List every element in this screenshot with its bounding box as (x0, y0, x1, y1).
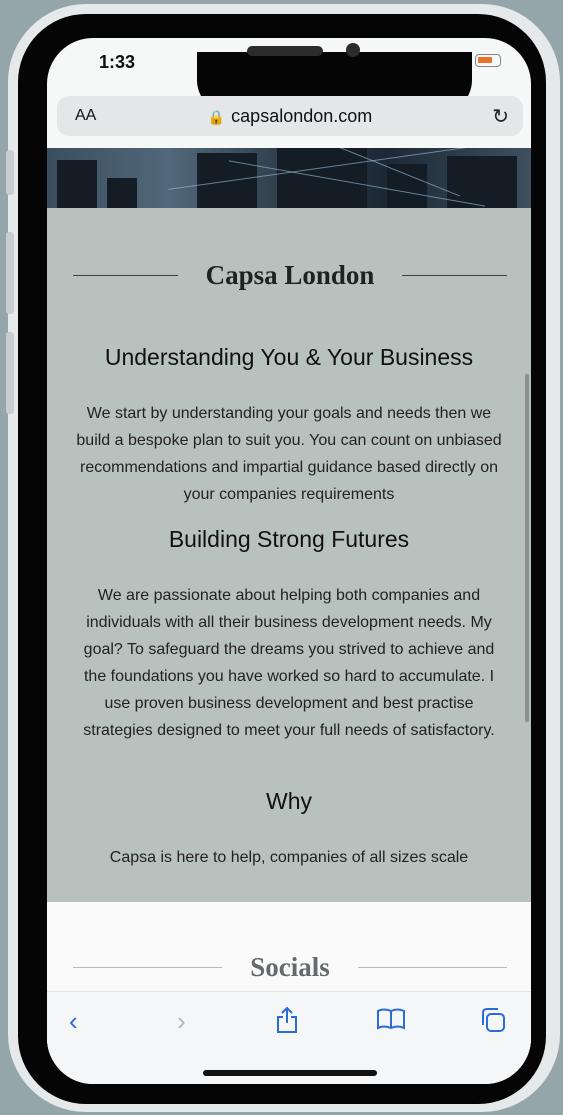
share-icon[interactable] (275, 1006, 299, 1041)
status-time: 1:33 (99, 52, 136, 72)
divider (357, 967, 508, 968)
url-display[interactable]: 🔒 capsalondon.com (57, 106, 523, 127)
socials-title: Socials (250, 952, 330, 982)
camera (346, 43, 360, 57)
divider (73, 275, 178, 276)
divider (402, 275, 507, 276)
speaker (247, 46, 323, 56)
phone-screen: 1:33 AA 🔒 capsalondon.com ↻ Capsa London … (47, 38, 531, 1084)
battery-icon (475, 54, 501, 67)
back-icon[interactable]: ‹ (69, 1006, 78, 1037)
scroll-indicator[interactable] (525, 374, 529, 722)
hero-image (47, 148, 531, 208)
bookmarks-icon[interactable] (375, 1006, 407, 1039)
side-button (6, 150, 14, 195)
home-indicator[interactable] (203, 1070, 377, 1076)
reload-icon[interactable]: ↻ (492, 104, 509, 129)
brand-title: Capsa London (205, 260, 375, 290)
tabs-icon[interactable] (479, 1006, 507, 1041)
address-bar[interactable]: AA 🔒 capsalondon.com ↻ (57, 96, 523, 136)
side-button (6, 332, 14, 414)
section-heading: Why (266, 788, 312, 814)
main-content: Capsa London Understanding You & Your Bu… (47, 208, 531, 902)
url-text: capsalondon.com (231, 105, 373, 126)
side-button (6, 232, 14, 314)
section-body: We start by understanding your goals and… (76, 405, 502, 503)
brand-header: Capsa London (73, 260, 507, 291)
section-body: Capsa is here to help, companies of all … (109, 849, 469, 866)
forward-icon[interactable]: › (177, 1006, 186, 1037)
section-heading: Understanding You & Your Business (104, 344, 474, 370)
section-heading: Building Strong Futures (168, 526, 410, 552)
lock-icon: 🔒 (207, 108, 226, 125)
divider (73, 967, 223, 968)
socials-header: Socials (73, 952, 508, 983)
section-body: We are passionate about helping both com… (83, 587, 495, 739)
